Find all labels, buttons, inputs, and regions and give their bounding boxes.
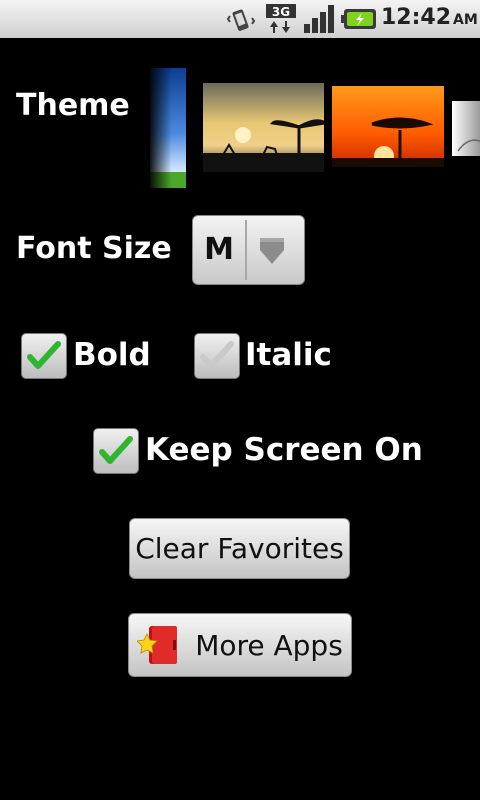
more-apps-icon xyxy=(137,626,178,664)
more-apps-label: More Apps xyxy=(195,628,343,662)
font-size-value: M xyxy=(204,232,234,267)
clock-ampm: AM xyxy=(453,12,478,28)
spinner-divider xyxy=(245,220,247,280)
keep-screen-on-checkbox[interactable] xyxy=(93,428,139,474)
vibrate-icon xyxy=(226,9,256,31)
more-apps-button[interactable]: More Apps xyxy=(128,613,352,677)
font-size-label: Font Size xyxy=(16,231,172,266)
check-icon xyxy=(99,436,133,464)
italic-checkbox[interactable] xyxy=(194,333,240,379)
theme-thumb-savanna-dusk[interactable] xyxy=(203,83,324,172)
check-icon xyxy=(27,341,61,369)
bold-checkbox[interactable] xyxy=(21,333,67,379)
dropdown-arrow-icon xyxy=(260,238,284,264)
check-icon-unchecked xyxy=(200,341,234,369)
3g-data-icon: 3G xyxy=(266,4,296,33)
status-bar: 3G 12:42 AM xyxy=(0,0,480,38)
theme-label: Theme xyxy=(16,88,130,123)
status-clock: 12:42 AM xyxy=(381,5,478,30)
clear-favorites-label: Clear Favorites xyxy=(135,532,344,565)
battery-charging-icon xyxy=(341,9,376,29)
theme-thumb-gray[interactable] xyxy=(452,101,480,156)
italic-label[interactable]: Italic xyxy=(245,337,332,373)
bold-label[interactable]: Bold xyxy=(73,337,151,373)
clear-favorites-button[interactable]: Clear Favorites xyxy=(129,518,350,579)
theme-thumb-savanna-sunset[interactable] xyxy=(332,86,444,167)
font-size-spinner[interactable]: M xyxy=(192,215,305,285)
signal-icon xyxy=(304,5,334,33)
network-label: 3G xyxy=(272,5,290,19)
theme-thumb-sky[interactable] xyxy=(150,68,186,188)
keep-screen-on-label[interactable]: Keep Screen On xyxy=(145,432,423,468)
clock-time: 12:42 xyxy=(381,5,452,30)
